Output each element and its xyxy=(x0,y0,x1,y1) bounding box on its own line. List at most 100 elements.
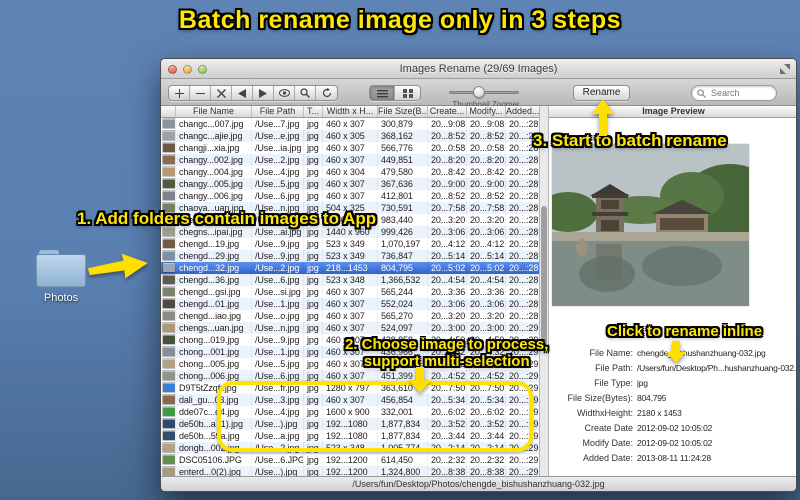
thumbnail-cell xyxy=(161,406,176,418)
preview-field-label: Create Date xyxy=(584,422,633,433)
table-row[interactable]: chengd...19.jpg/Use...9.jpg jpg 523 x 349 1… xyxy=(161,238,539,250)
image-thumbnail-icon xyxy=(163,251,175,260)
cell-path: /Use...7.jpg xyxy=(252,118,304,130)
refresh-button[interactable] xyxy=(316,86,337,100)
table-scrollbar[interactable] xyxy=(539,106,549,478)
cell-added: 20...:28 xyxy=(506,310,539,322)
photos-folder-icon[interactable]: Photos xyxy=(36,250,86,304)
cell-name: changji...xia.jpg xyxy=(176,142,252,154)
table-row[interactable]: changy...005.jpg/Use...5.jpg jpg 460 x 307… xyxy=(161,178,539,190)
cell-modify: 20...5:02 xyxy=(467,262,506,274)
cell-dims: 523 x 349 xyxy=(323,238,378,250)
cell-size: 999,426 xyxy=(378,226,428,238)
cell-create: 20...8:20 xyxy=(428,154,467,166)
image-thumbnail-icon xyxy=(163,443,175,452)
table-row[interactable]: chengs...uan.jpg/Use...n.jpg jpg 460 x 307… xyxy=(161,322,539,334)
cell-dims: 460 x 307 xyxy=(323,142,378,154)
quicklook-eye-button[interactable] xyxy=(274,86,295,100)
cell-create: 20...0:58 xyxy=(428,142,467,154)
search-input[interactable] xyxy=(709,87,771,99)
image-thumbnail-icon xyxy=(163,275,175,284)
grid-view-button[interactable] xyxy=(395,86,420,100)
window-title: Images Rename (29/69 Images) xyxy=(399,63,558,75)
image-thumbnail-icon xyxy=(163,155,175,164)
table-row[interactable]: changy...002.jpg/Use...2.jpg jpg 460 x 307… xyxy=(161,154,539,166)
column-header-width-x-h[interactable]: Width x H... xyxy=(323,106,378,117)
thumbnail-cell xyxy=(161,130,176,142)
list-view-button[interactable] xyxy=(370,86,395,100)
cell-path: /Use...o.jpg xyxy=(252,310,304,322)
cell-added: 20...:28 xyxy=(506,298,539,310)
table-row[interactable]: changc...007.jpg/Use...7.jpg jpg 460 x 307… xyxy=(161,118,539,130)
preview-panel: Image Preview File Name: chengde_bishush… xyxy=(549,106,796,478)
table-row[interactable]: changc...ajie.jpg/Use...e.jpg jpg 460 x 30… xyxy=(161,130,539,142)
cell-type: jpg xyxy=(304,358,323,370)
table-row[interactable]: chengd...iao.jpg/Use...o.jpg jpg 460 x 307… xyxy=(161,310,539,322)
cell-type: jpg xyxy=(304,334,323,346)
cell-path: /Use...e.jpg xyxy=(252,130,304,142)
remove-button[interactable] xyxy=(190,86,211,100)
cell-path: /Use...si.jpg xyxy=(252,286,304,298)
image-thumbnail-icon xyxy=(163,407,175,416)
next-button[interactable] xyxy=(253,86,274,100)
cell-size: 1,070,197 xyxy=(378,238,428,250)
add-button[interactable] xyxy=(169,86,190,100)
table-row[interactable]: DSC05106.JPG/Use...6.JPG jpg 192...1200 614… xyxy=(161,454,539,466)
title-bar[interactable]: Images Rename (29/69 Images) xyxy=(161,59,796,79)
cell-path: /Use...6.JPG xyxy=(252,454,304,466)
table-row[interactable]: chengd...01.jpg/Use...1.jpg jpg 460 x 307 5… xyxy=(161,298,539,310)
cell-modify: 20...3:06 xyxy=(467,226,506,238)
table-row[interactable]: chengd...32.jpg/Use...2.jpg jpg 218...1453… xyxy=(161,262,539,274)
scrollbar-thumb[interactable] xyxy=(541,206,547,346)
fullscreen-icon[interactable] xyxy=(780,64,790,74)
thumbnail-cell xyxy=(161,442,176,454)
cell-dims: 218...1453 xyxy=(323,262,378,274)
cell-name: chong...019.jpg xyxy=(176,334,252,346)
cell-name: chengd...iao.jpg xyxy=(176,310,252,322)
zoomer-slider-knob[interactable] xyxy=(473,86,485,98)
column-header-file-size-b[interactable]: File Size(B... xyxy=(378,106,428,117)
column-header-file-path[interactable]: File Path xyxy=(252,106,304,117)
cell-name: changy...005.jpg xyxy=(176,178,252,190)
cell-dims: 523 x 348 xyxy=(323,274,378,286)
toolbar: Thumbnail Zoomer Rename xyxy=(161,79,796,109)
delete-button[interactable] xyxy=(211,86,232,100)
column-header-t[interactable]: T... xyxy=(304,106,323,117)
table-row[interactable]: chengd...36.jpg/Use...6.jpg jpg 523 x 348 1… xyxy=(161,274,539,286)
preview-field-value[interactable]: chengde_bishushanzhuang-032.jpg xyxy=(637,348,766,358)
table-row[interactable]: chengd...gsi.jpg/Use...si.jpg jpg 460 x 30… xyxy=(161,286,539,298)
cell-size: 1,366,532 xyxy=(378,274,428,286)
cell-type: jpg xyxy=(304,130,323,142)
cell-added: 20...:28 xyxy=(506,214,539,226)
column-header-modify[interactable]: Modify... xyxy=(467,106,506,117)
cell-name: DSC05106.JPG xyxy=(176,454,252,466)
cell-path: /Use...1.jpg xyxy=(252,298,304,310)
cell-name: chengd...32.jpg xyxy=(176,262,252,274)
column-header-added[interactable]: Added... xyxy=(506,106,539,117)
cell-modify: 20...5:14 xyxy=(467,250,506,262)
column-header-file-name[interactable]: File Name xyxy=(176,106,252,117)
cell-type: jpg xyxy=(304,262,323,274)
thumbnail-cell xyxy=(161,298,176,310)
cell-modify: 20...3:00 xyxy=(467,322,506,334)
cell-added: 20...:28 xyxy=(506,118,539,130)
cell-create: 20...2:32 xyxy=(428,454,467,466)
cell-name: chong...005.jpg xyxy=(176,358,252,370)
table-row[interactable]: changy...006.jpg/Use...6.jpg jpg 460 x 307… xyxy=(161,190,539,202)
thumbnail-cell xyxy=(161,358,176,370)
image-thumbnail-icon xyxy=(163,119,175,128)
cell-create: 20...3:20 xyxy=(428,214,467,226)
cell-modify: 20...3:06 xyxy=(467,298,506,310)
cell-added: 20...:28 xyxy=(506,202,539,214)
table-row[interactable]: changy...004.jpg/Use...4.jpg jpg 460 x 304… xyxy=(161,166,539,178)
search-glass-button[interactable] xyxy=(295,86,316,100)
table-row[interactable]: chengd...29.jpg/Use...9.jpg jpg 523 x 349 7… xyxy=(161,250,539,262)
previous-button[interactable] xyxy=(232,86,253,100)
search-field[interactable] xyxy=(691,85,777,101)
cell-size: 565,244 xyxy=(378,286,428,298)
thumbnail-cell xyxy=(161,370,176,382)
annotation-inline-rename: Click to rename inline xyxy=(607,323,763,340)
table-row[interactable]: changji...xia.jpg/Use...ia.jpg jpg 460 x 3… xyxy=(161,142,539,154)
column-header-icon[interactable] xyxy=(161,106,176,117)
column-header-create[interactable]: Create... xyxy=(428,106,467,117)
